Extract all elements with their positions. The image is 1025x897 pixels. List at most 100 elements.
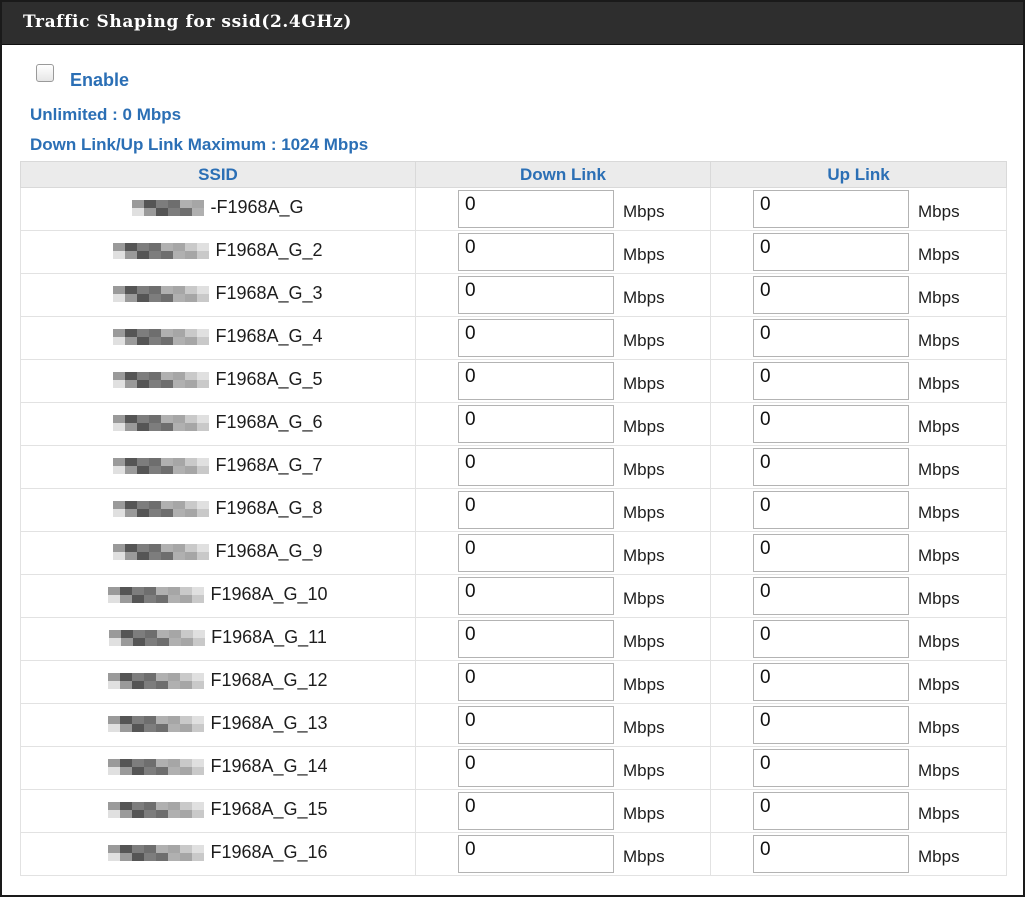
down-link-input[interactable] [458,835,614,873]
ssid-suffix-text: -F1968A_G [210,197,304,218]
ssid-suffix-text: F1968A_G_2 [215,240,323,261]
up-link-input[interactable] [753,835,909,873]
down-link-cell: Mbps [415,617,711,661]
enable-label[interactable]: Enable [70,70,129,91]
redacted-ssid-prefix [113,457,210,474]
table-row: F1968A_G_8 Mbps Mbps [20,488,1007,532]
table-row: F1968A_G_11 Mbps Mbps [20,617,1007,661]
up-link-input[interactable] [753,663,909,701]
down-link-unit: Mbps [623,804,665,823]
up-link-unit: Mbps [918,460,960,479]
up-link-cell: Mbps [710,359,1007,403]
up-link-input[interactable] [753,276,909,314]
ssid-name: F1968A_G_7 [113,455,323,476]
up-link-unit: Mbps [918,632,960,651]
up-link-unit: Mbps [918,546,960,565]
up-link-unit: Mbps [918,718,960,737]
ssid-suffix-text: F1968A_G_15 [210,799,328,820]
table-row: F1968A_G_12 Mbps Mbps [20,660,1007,704]
down-link-input[interactable] [458,706,614,744]
ssid-name: F1968A_G_6 [113,412,323,433]
redacted-ssid-prefix [113,285,210,302]
down-link-input[interactable] [458,749,614,787]
down-link-input[interactable] [458,362,614,400]
redacted-ssid-prefix [113,500,210,517]
down-link-input[interactable] [458,620,614,658]
down-link-input[interactable] [458,792,614,830]
ssid-cell: F1968A_G_16 [20,832,416,876]
table-row: F1968A_G_2 Mbps Mbps [20,230,1007,274]
down-link-input[interactable] [458,276,614,314]
up-link-input[interactable] [753,620,909,658]
up-link-cell: Mbps [710,660,1007,704]
up-link-input[interactable] [753,405,909,443]
up-link-input[interactable] [753,491,909,529]
down-link-unit: Mbps [623,718,665,737]
table-row: F1968A_G_15 Mbps Mbps [20,789,1007,833]
up-link-unit: Mbps [918,589,960,608]
up-link-input[interactable] [753,792,909,830]
up-link-cell: Mbps [710,832,1007,876]
redacted-ssid-prefix [108,844,205,861]
up-link-cell: Mbps [710,402,1007,446]
up-link-unit: Mbps [918,331,960,350]
down-link-input[interactable] [458,319,614,357]
up-link-input[interactable] [753,577,909,615]
redacted-ssid-prefix [108,801,205,818]
up-link-input[interactable] [753,448,909,486]
up-link-input[interactable] [753,233,909,271]
column-header-up-link: Up Link [710,161,1007,188]
down-link-input[interactable] [458,577,614,615]
up-link-cell: Mbps [710,488,1007,532]
down-link-input[interactable] [458,405,614,443]
redacted-ssid-prefix [113,371,210,388]
up-link-cell: Mbps [710,187,1007,231]
up-link-input[interactable] [753,534,909,572]
ssid-suffix-text: F1968A_G_4 [215,326,323,347]
up-link-input[interactable] [753,362,909,400]
ssid-cell: F1968A_G_6 [20,402,416,446]
enable-checkbox[interactable] [36,64,54,82]
ssid-suffix-text: F1968A_G_14 [210,756,328,777]
down-link-input[interactable] [458,448,614,486]
ssid-suffix-text: F1968A_G_3 [215,283,323,304]
ssid-name: F1968A_G_8 [113,498,323,519]
ssid-suffix-text: F1968A_G_10 [210,584,328,605]
down-link-cell: Mbps [415,832,711,876]
ssid-name: F1968A_G_3 [113,283,323,304]
ssid-cell: F1968A_G_11 [20,617,416,661]
up-link-input[interactable] [753,319,909,357]
column-header-down-link: Down Link [415,161,711,188]
down-link-input[interactable] [458,663,614,701]
ssid-cell: F1968A_G_7 [20,445,416,489]
panel-title-bar: Traffic Shaping for ssid(2.4GHz) [2,2,1023,45]
down-link-unit: Mbps [623,374,665,393]
table-body: -F1968A_GMbpsMbpsF1968A_G_2MbpsMbpsF1968… [20,187,1007,876]
up-link-input[interactable] [753,749,909,787]
column-header-ssid: SSID [20,161,416,188]
table-row: -F1968A_G Mbps Mbps [20,187,1007,231]
table-row: F1968A_G_10 Mbps Mbps [20,574,1007,618]
ssid-cell: F1968A_G_8 [20,488,416,532]
table-row: F1968A_G_6 Mbps Mbps [20,402,1007,446]
table-row: F1968A_G_14 Mbps Mbps [20,746,1007,790]
table-row: F1968A_G_7 Mbps Mbps [20,445,1007,489]
ssid-suffix-text: F1968A_G_12 [210,670,328,691]
table-row: F1968A_G_5 Mbps Mbps [20,359,1007,403]
redacted-ssid-prefix [113,414,210,431]
up-link-cell: Mbps [710,230,1007,274]
down-link-unit: Mbps [623,245,665,264]
up-link-cell: Mbps [710,316,1007,360]
down-link-input[interactable] [458,491,614,529]
ssid-suffix-text: F1968A_G_13 [210,713,328,734]
up-link-input[interactable] [753,706,909,744]
up-link-input[interactable] [753,190,909,228]
down-link-input[interactable] [458,190,614,228]
down-link-input[interactable] [458,534,614,572]
ssid-name: F1968A_G_4 [113,326,323,347]
down-link-input[interactable] [458,233,614,271]
up-link-unit: Mbps [918,288,960,307]
redacted-ssid-prefix [113,242,210,259]
up-link-cell: Mbps [710,445,1007,489]
up-link-unit: Mbps [918,804,960,823]
